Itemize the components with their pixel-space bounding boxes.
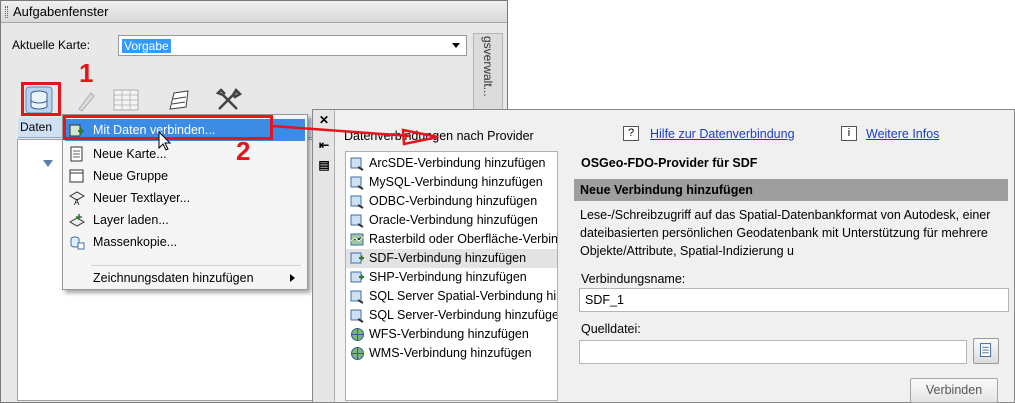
raster-icon <box>350 232 365 247</box>
menu-item-label: Neue Karte... <box>93 147 167 161</box>
menu-item-new-group[interactable]: Neue Gruppe <box>65 165 305 187</box>
sdf-icon <box>350 251 365 266</box>
provider-icon <box>350 175 365 190</box>
annotation-box-step1 <box>21 82 61 116</box>
list-item[interactable]: ODBC-Verbindung hinzufügen <box>346 192 557 211</box>
menu-item-label: Neuer Textlayer... <box>93 191 191 205</box>
providers-heading: Datenverbindungen nach Provider <box>344 129 534 143</box>
chevron-down-icon[interactable] <box>452 43 460 48</box>
provider-icon <box>350 289 365 304</box>
task-pane-title: Aufgabenfenster <box>13 4 109 19</box>
list-item[interactable]: Rasterbild oder Oberfläche-Verbindung hi… <box>346 230 557 249</box>
panel-sidebar: ✕ ⇤ ▤ <box>313 110 335 402</box>
style-brush-icon[interactable] <box>71 85 101 115</box>
menu-item-bulk-copy[interactable]: Massenkopie... <box>65 231 305 253</box>
list-item[interactable]: WFS-Verbindung hinzufügen <box>346 325 557 344</box>
map-book-icon[interactable] <box>164 85 194 115</box>
pin-panel-icon[interactable]: ⇤ <box>317 138 331 152</box>
side-tab-manager[interactable]: gsverwalt... <box>473 33 503 113</box>
provider-label: WFS-Verbindung hinzufügen <box>369 327 529 341</box>
source-file-field[interactable] <box>579 340 967 364</box>
globe-icon <box>350 327 365 342</box>
task-pane-titlebar[interactable]: Aufgabenfenster <box>1 1 507 23</box>
load-layer-icon <box>68 212 86 228</box>
list-item[interactable]: SQL Server-Verbindung hinzufügen <box>346 306 557 325</box>
menu-item-label: Neue Gruppe <box>93 169 169 183</box>
provider-label: WMS-Verbindung hinzufügen <box>369 346 532 360</box>
provider-label: SQL Server Spatial-Verbindung hinzufügen <box>369 289 557 303</box>
bulk-copy-icon <box>69 234 85 250</box>
new-group-icon <box>69 168 85 184</box>
provider-label: ODBC-Verbindung hinzufügen <box>369 194 538 208</box>
menu-item-new-text-layer[interactable]: A Neuer Textlayer... <box>65 187 305 209</box>
current-map-label: Aktuelle Karte: <box>12 38 91 52</box>
provider-list[interactable]: ArcSDE-Verbindung hinzufügen MySQL-Verbi… <box>345 151 558 401</box>
provider-label: SDF-Verbindung hinzufügen <box>369 251 527 265</box>
list-item[interactable]: ArcSDE-Verbindung hinzufügen <box>346 154 557 173</box>
browse-file-button[interactable] <box>973 338 999 364</box>
section-title: Neue Verbindung hinzufügen <box>580 183 753 197</box>
provider-icon <box>350 213 365 228</box>
provider-label: SHP-Verbindung hinzufügen <box>369 270 527 284</box>
menu-item-load-layer[interactable]: Layer laden... <box>65 209 305 231</box>
help-link[interactable]: Hilfe zur Datenverbindung <box>650 127 795 141</box>
file-icon <box>980 343 992 357</box>
globe-icon <box>350 346 365 361</box>
annotation-step2-number: 2 <box>236 136 251 166</box>
source-file-label: Quelldatei: <box>581 322 641 336</box>
close-icon[interactable]: ✕ <box>317 113 331 127</box>
tree-expand-icon[interactable] <box>43 160 53 167</box>
list-item[interactable]: MySQL-Verbindung hinzufügen <box>346 173 557 192</box>
current-map-select[interactable]: Vorgabe <box>118 35 467 56</box>
provider-label: Rasterbild oder Oberfläche-Verbindung hi… <box>369 232 558 246</box>
list-item[interactable]: SQL Server Spatial-Verbindung hinzufügen <box>346 287 557 306</box>
menu-item-add-drawing-data[interactable]: Zeichnungsdaten hinzufügen <box>65 267 305 289</box>
provider-label: ArcSDE-Verbindung hinzufügen <box>369 156 546 170</box>
submenu-arrow-icon <box>290 274 295 282</box>
tools-icon[interactable] <box>213 85 243 115</box>
provider-title: OSGeo-FDO-Provider für SDF <box>581 156 758 170</box>
provider-icon <box>350 308 365 323</box>
context-menu: Mit Daten verbinden... Neue Karte... Neu… <box>62 114 308 290</box>
menu-item-label: Layer laden... <box>93 213 169 227</box>
side-tab-label: gsverwalt... <box>481 36 495 97</box>
connection-name-label: Verbindungsname: <box>581 272 686 286</box>
provider-label: MySQL-Verbindung hinzufügen <box>369 175 543 189</box>
provider-icon <box>350 194 365 209</box>
pane-divider <box>507 0 508 109</box>
list-item[interactable]: Oracle-Verbindung hinzufügen <box>346 211 557 230</box>
current-map-value: Vorgabe <box>122 39 171 53</box>
provider-icon <box>350 156 365 171</box>
section-header: Neue Verbindung hinzufügen <box>574 179 1008 201</box>
screenshot-root: Aufgabenfenster Aktuelle Karte: Vorgabe … <box>0 0 1015 403</box>
provider-description: Lese-/Schreibzugriff auf das Spatial-Dat… <box>580 208 991 258</box>
new-map-icon <box>69 146 85 162</box>
data-connect-panel: ✕ ⇤ ▤ Datenverbindungen nach Provider Ar… <box>312 109 1015 403</box>
list-item-selected[interactable]: SDF-Verbindung hinzufügen <box>346 249 557 268</box>
provider-label: SQL Server-Verbindung hinzufügen <box>369 308 558 322</box>
tab-data[interactable]: Daten <box>20 120 52 134</box>
help-box-icon[interactable]: ? <box>623 126 639 141</box>
table-icon[interactable] <box>111 85 141 115</box>
menu-item-new-map[interactable]: Neue Karte... <box>65 143 305 165</box>
svg-text:A: A <box>74 198 80 206</box>
drag-grip-icon[interactable] <box>5 6 8 18</box>
list-item[interactable]: WMS-Verbindung hinzufügen <box>346 344 557 363</box>
provider-label: Oracle-Verbindung hinzufügen <box>369 213 538 227</box>
menu-separator <box>91 265 301 266</box>
text-layer-icon: A <box>68 190 86 207</box>
more-info-link[interactable]: Weitere Infos <box>866 127 939 141</box>
menu-item-label: Zeichnungsdaten hinzufügen <box>93 271 254 285</box>
info-box-icon[interactable]: i <box>841 126 857 141</box>
connect-button[interactable]: Verbinden <box>910 378 998 403</box>
annotation-step1-number: 1 <box>79 58 94 88</box>
menu-item-label: Massenkopie... <box>93 235 178 249</box>
shp-icon <box>350 270 365 285</box>
properties-icon[interactable]: ▤ <box>317 158 331 172</box>
list-item[interactable]: SHP-Verbindung hinzufügen <box>346 268 557 287</box>
connection-name-field[interactable] <box>579 288 1009 312</box>
